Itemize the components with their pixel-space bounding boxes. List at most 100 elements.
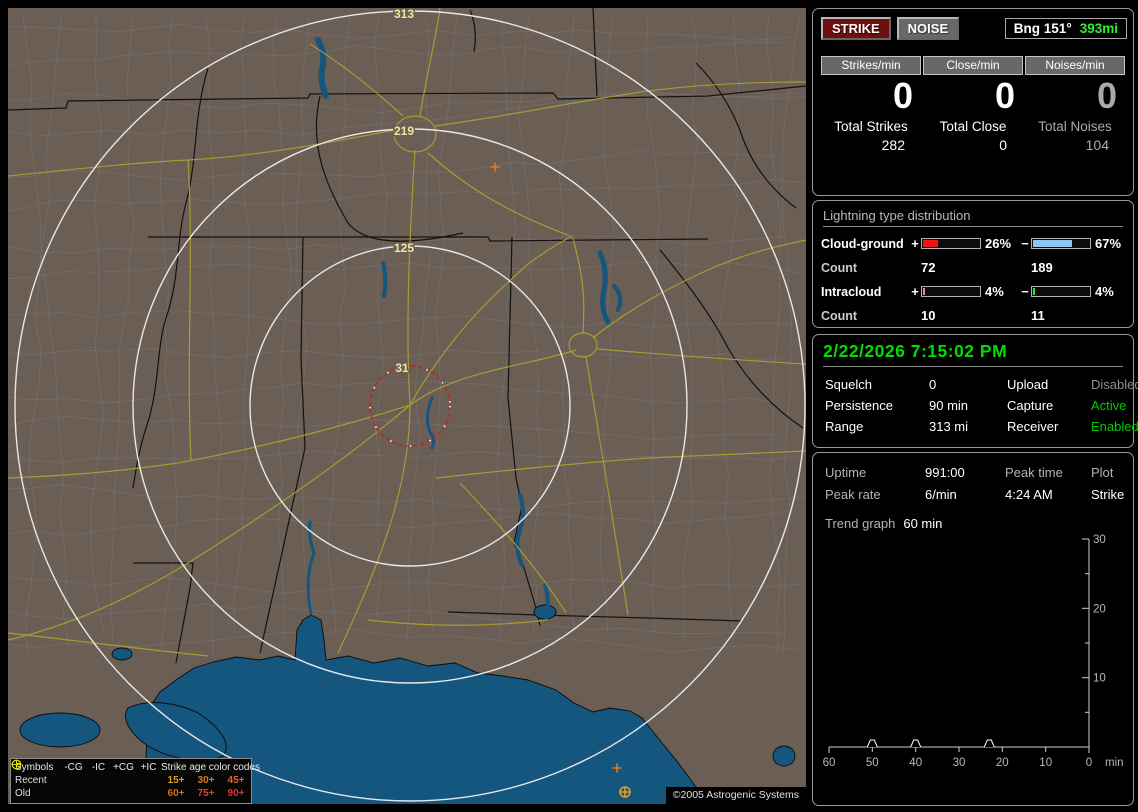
cg-negative-bar [1031, 238, 1091, 249]
trend-x-unit: min [1105, 757, 1124, 769]
legend-col-nic: -IC [91, 762, 106, 773]
cg-negative-pct: 67% [1095, 236, 1122, 251]
receiver-label: Receiver [1007, 419, 1059, 434]
map-canvas[interactable]: 313 219 125 31 [8, 8, 806, 804]
cg-positive-bar [921, 238, 981, 249]
plot-label: Plot [1091, 465, 1114, 480]
legend-col-pcg: +CG [113, 762, 134, 773]
range-label: Range [825, 419, 864, 434]
age-60: 60+ [167, 788, 185, 799]
age-45: 45+ [227, 775, 245, 786]
trend-x-ticks: 60 50 40 30 20 10 0 min [823, 757, 1124, 769]
cloud-ground-label: Cloud-ground [821, 236, 904, 251]
legend-col-ncg: -CG [64, 762, 83, 773]
legend-row-old: Old 60+ 75+ 90+ [11, 759, 247, 800]
svg-text:50: 50 [866, 757, 879, 769]
intracloud-row: Intracloud + 4% − 4% [821, 284, 1125, 299]
legend-age-header: Strike age color codes [161, 762, 260, 773]
count-label: Count [821, 308, 858, 323]
svg-text:30: 30 [1093, 534, 1106, 546]
age-75: 75+ [197, 788, 215, 799]
copyright-text: ©2005 Astrogenic Systems [665, 787, 806, 804]
ic-positive-bar [921, 286, 981, 297]
peak-rate-value: 6/min [925, 487, 957, 502]
legend-row-recent: Recent 15+ 30+ 45+ [11, 759, 247, 787]
strikes-per-min-chip: Strikes/min [821, 56, 921, 75]
svg-text:20: 20 [996, 757, 1009, 769]
distribution-title: Lightning type distribution [823, 208, 1123, 227]
cg-negative-count: 189 [1031, 260, 1053, 275]
counters-panel: STRIKE NOISE Bng 151° 393mi Strikes/min 0… [812, 8, 1134, 196]
cloud-ground-row: Cloud-ground + 26% − 67% [821, 236, 1125, 251]
total-strikes-label: Total Strikes [834, 118, 908, 134]
capture-label: Capture [1007, 398, 1054, 413]
peak-time-value: 4:24 AM [1005, 487, 1053, 502]
minus-sign: − [1021, 236, 1029, 251]
uptime-value: 991:00 [925, 465, 965, 480]
total-noises-label: Total Noises [1038, 118, 1112, 134]
count-label: Count [821, 260, 858, 275]
strikes-per-min-value: 0 [892, 75, 913, 116]
total-strikes-value: 282 [881, 136, 905, 153]
noises-column: Noises/min 0 Total Noises 104 [1025, 56, 1125, 153]
capture-status: Active [1091, 398, 1127, 413]
close-per-min-chip: Close/min [923, 56, 1023, 75]
svg-text:30: 30 [953, 757, 966, 769]
ring-label-125: 125 [394, 241, 414, 255]
plus-sign: + [911, 284, 919, 299]
squelch-value: 0 [929, 377, 937, 392]
bearing-label: Bng 151° [1013, 21, 1072, 36]
upload-status: Disabled [1091, 377, 1138, 392]
age-90: 90+ [227, 788, 245, 799]
map-panel: 313 219 125 31 Symbols -CG -IC +CG +IC S… [8, 8, 806, 804]
cloud-ground-count-row: Count 72 189 [821, 260, 1125, 275]
plus-sign: + [911, 236, 919, 251]
persistence-label: Persistence [825, 398, 893, 413]
strike-toggle-button[interactable]: STRIKE [821, 17, 891, 40]
legend-col-pic: +IC [140, 762, 157, 773]
datetime-display: 2/22/2026 7:15:02 PM [823, 341, 1123, 367]
plot-value: Strike [1091, 487, 1125, 502]
total-close-value: 0 [999, 136, 1007, 153]
svg-text:10: 10 [1039, 757, 1052, 769]
cg-positive-pct: 26% [985, 236, 1012, 251]
peak-time-label: Peak time [1005, 465, 1063, 480]
noises-per-min-value: 0 [1096, 75, 1117, 116]
squelch-label: Squelch [825, 377, 872, 392]
peak-rate-label: Peak rate [825, 487, 881, 502]
total-noises-value: 104 [1085, 136, 1109, 153]
intracloud-count-row: Count 10 11 [821, 308, 1125, 323]
trend-y-ticks: 30 20 10 [1093, 534, 1106, 685]
ic-positive-pct: 4% [985, 284, 1004, 299]
trend-axes [828, 538, 1090, 753]
cg-negative-fill [1033, 240, 1072, 247]
noise-toggle-button[interactable]: NOISE [896, 17, 960, 40]
close-column: Close/min 0 Total Close 0 [923, 56, 1023, 153]
uptime-label: Uptime [825, 465, 867, 480]
app-window: 313 219 125 31 Symbols -CG -IC +CG +IC S… [0, 0, 1138, 812]
receiver-status: Enabled [1091, 419, 1138, 434]
svg-text:20: 20 [1093, 603, 1106, 615]
strikes-column: Strikes/min 0 Total Strikes 282 [821, 56, 921, 153]
svg-text:60: 60 [823, 757, 836, 769]
upload-label: Upload [1007, 377, 1049, 392]
svg-text:40: 40 [909, 757, 922, 769]
cg-positive-count: 72 [921, 260, 936, 275]
trend-data-series [866, 739, 995, 748]
age-30: 30+ [197, 775, 215, 786]
trend-panel: Uptime 991:00 Peak time Plot Peak rate 6… [812, 452, 1134, 806]
ic-negative-pct: 4% [1095, 284, 1114, 299]
ring-label-219: 219 [394, 124, 414, 138]
symbols-legend: Symbols -CG -IC +CG +IC Strike age color… [10, 758, 260, 804]
cg-positive-fill [923, 240, 939, 247]
trend-chart: 30 20 10 60 50 40 30 20 10 0 min [823, 534, 1124, 769]
sidebar: STRIKE NOISE Bng 151° 393mi Strikes/min 0… [812, 0, 1138, 812]
close-per-min-value: 0 [994, 75, 1015, 116]
status-panel: 2/22/2026 7:15:02 PM Squelch 0 Upload Di… [812, 334, 1138, 448]
svg-text:10: 10 [1093, 673, 1106, 685]
ic-negative-count: 11 [1031, 308, 1045, 323]
bearing-badge: Bng 151° 393mi [1004, 18, 1127, 39]
svg-text:0: 0 [1086, 757, 1092, 769]
legend-recent-label: Recent [15, 775, 47, 786]
ring-label-31: 31 [395, 361, 409, 375]
